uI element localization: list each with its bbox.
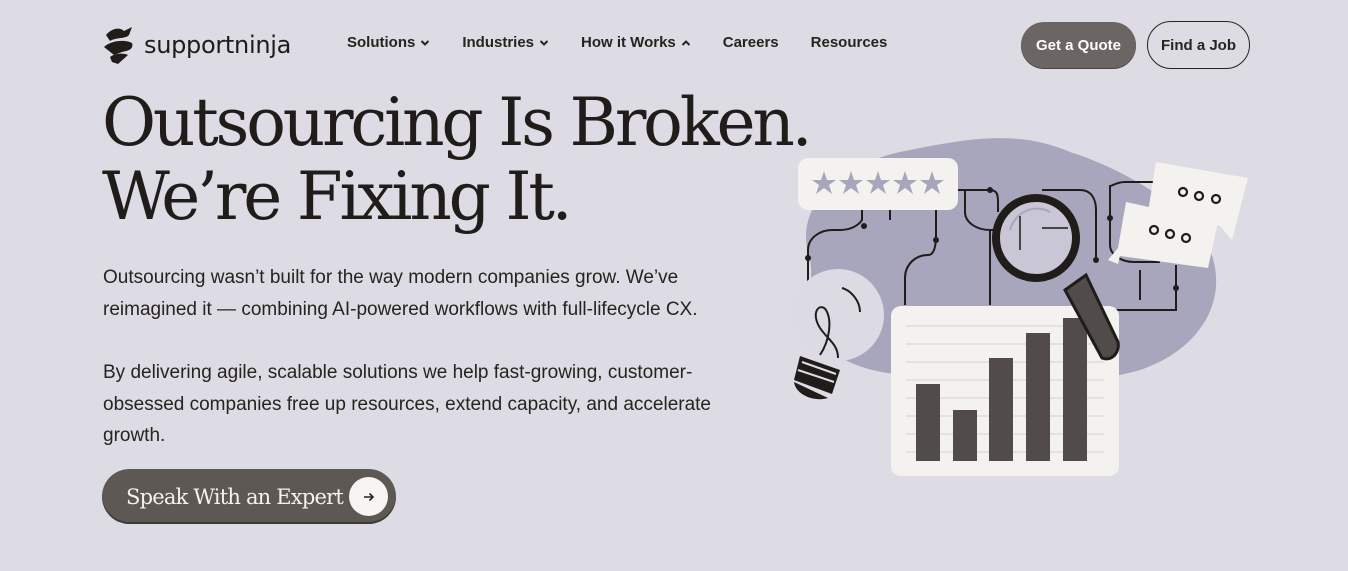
nav-label: Industries: [462, 34, 535, 51]
chart-bar: [1063, 318, 1087, 461]
chart-bar: [1026, 333, 1050, 461]
cta-label: Speak With an Expert: [126, 484, 344, 509]
nav-careers[interactable]: Careers: [723, 34, 779, 51]
logo[interactable]: supportninja: [102, 25, 291, 65]
nav-label: Resources: [810, 34, 888, 51]
logo-text: supportninja: [144, 31, 292, 59]
main-nav: Solutions Industries How it Works Career…: [347, 34, 919, 51]
hero-title-line-2: We’re Fixing It.: [102, 158, 573, 235]
nav-label: Solutions: [347, 34, 416, 51]
nav-resources[interactable]: Resources: [811, 34, 888, 51]
chart-bar: [953, 410, 977, 461]
nav-how-it-works[interactable]: How it Works: [581, 34, 691, 51]
light-bulb-icon: [792, 269, 884, 400]
chevron-up-icon: [681, 39, 690, 46]
hero-illustration: [792, 138, 1248, 476]
chart-bar: [916, 384, 940, 461]
hero-paragraph-2: By delivering agile, scalable solutions …: [103, 362, 711, 446]
hero-title: Outsourcing Is Broken. We’re Fixing It.: [102, 84, 813, 235]
nav-label: Careers: [722, 34, 779, 51]
chevron-down-icon: [539, 39, 549, 46]
nav-solutions[interactable]: Solutions: [347, 34, 430, 51]
ninja-logo-icon: [104, 27, 133, 64]
nav-label: How it Works: [581, 34, 676, 51]
get-a-quote-button[interactable]: Get a Quote: [1021, 22, 1136, 68]
chevron-down-icon: [421, 39, 430, 46]
hero-paragraph-1: Outsourcing wasn’t built for the way mod…: [103, 267, 698, 320]
nav-industries[interactable]: Industries: [462, 34, 549, 51]
arrow-right-icon: [349, 477, 388, 516]
find-a-job-button[interactable]: Find a Job: [1147, 21, 1250, 69]
speak-with-expert-button[interactable]: Speak With an Expert: [102, 469, 396, 524]
chart-bar: [989, 358, 1013, 461]
hero-title-line-1: Outsourcing Is Broken.: [102, 84, 813, 161]
